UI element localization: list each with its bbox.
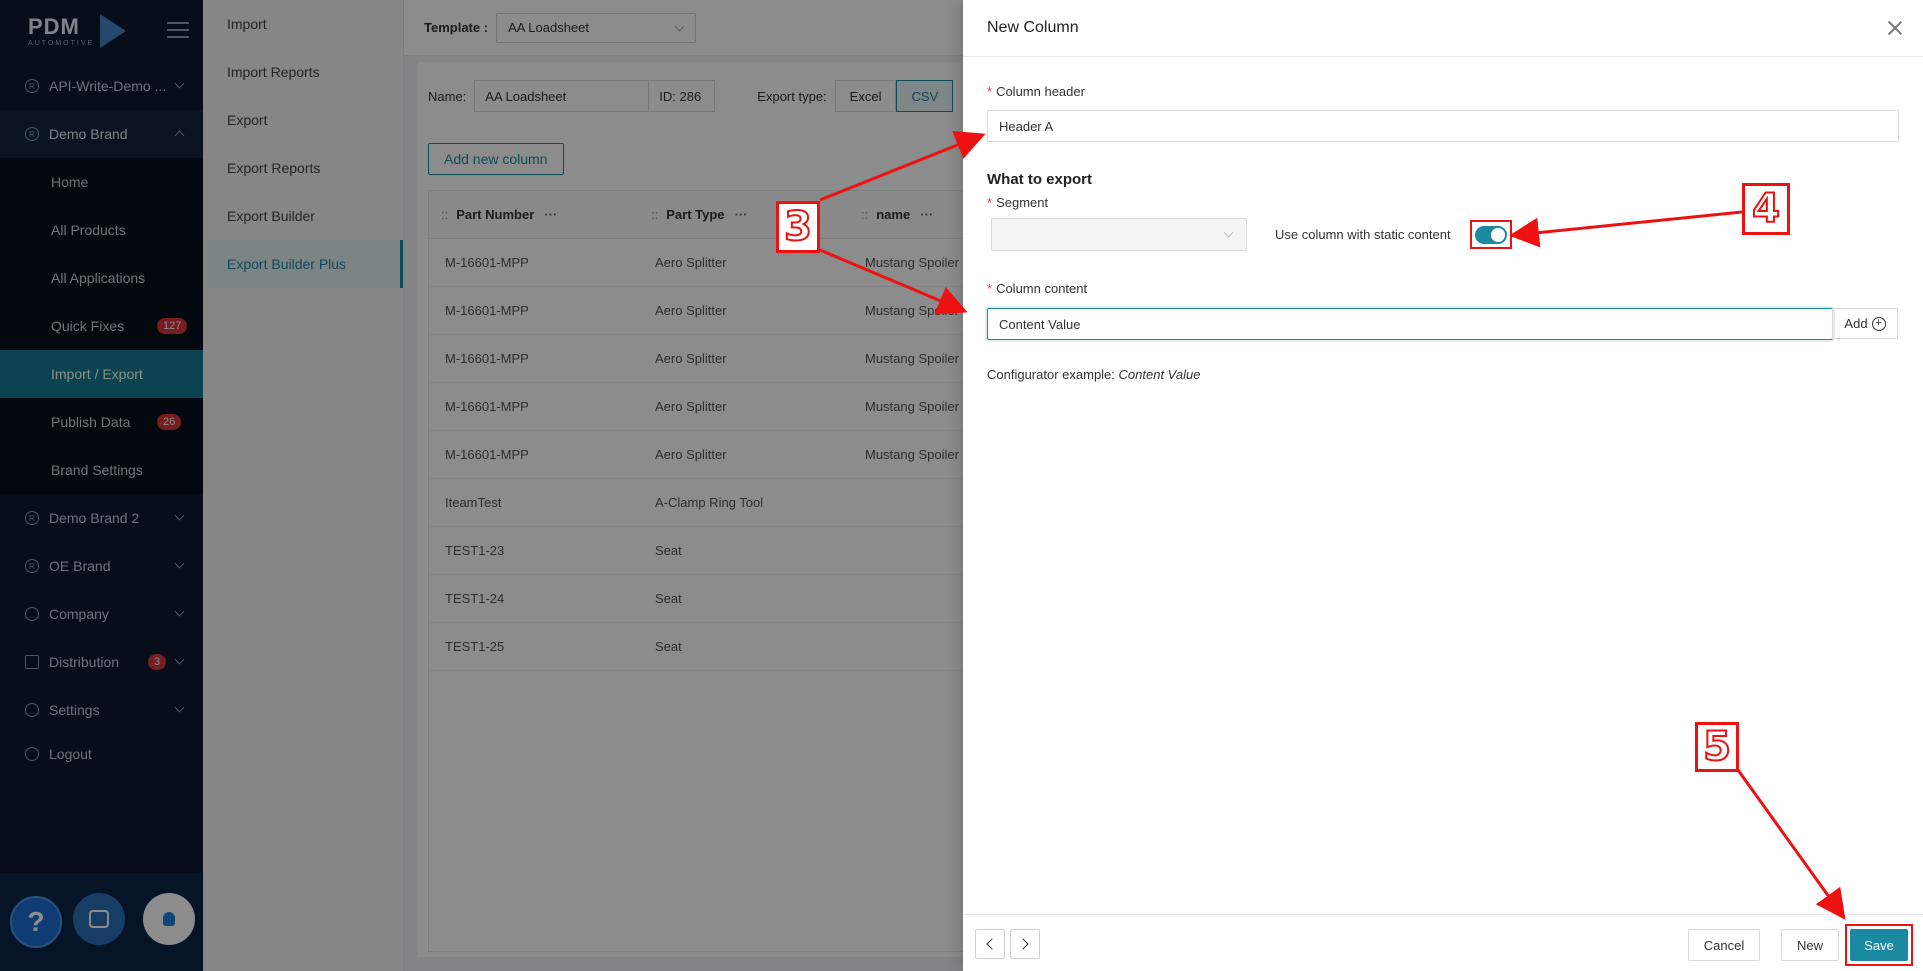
chevron-right-icon bbox=[1017, 938, 1029, 950]
close-icon[interactable] bbox=[1887, 20, 1903, 36]
step-3-marker: 3 bbox=[776, 201, 820, 253]
annotation-highlight-save bbox=[1845, 924, 1913, 966]
drawer-footer: Cancel New Save bbox=[963, 914, 1923, 971]
add-label: Add bbox=[1844, 316, 1868, 331]
segment-select[interactable] bbox=[991, 218, 1247, 251]
step-5-marker: 5 bbox=[1695, 722, 1739, 772]
drawer-title: New Column bbox=[987, 19, 1079, 36]
previous-button[interactable] bbox=[975, 929, 1005, 959]
chevron-down-icon bbox=[1223, 227, 1234, 238]
step-4-marker: 4 bbox=[1742, 183, 1790, 235]
label-text: Column content bbox=[996, 281, 1088, 296]
column-content-label: * Column content bbox=[987, 281, 1087, 296]
modal-mask[interactable] bbox=[0, 0, 963, 971]
required-marker: * bbox=[987, 195, 993, 210]
configurator-example: Configurator example: Content Value bbox=[987, 367, 1200, 382]
cancel-button[interactable]: Cancel bbox=[1688, 929, 1760, 961]
annotation-highlight-toggle bbox=[1470, 220, 1512, 249]
static-content-label: Use column with static content bbox=[1275, 227, 1451, 242]
new-column-drawer: New Column * Column header Header A What … bbox=[963, 0, 1923, 971]
label-text: Column header bbox=[996, 84, 1085, 99]
segment-label: * Segment bbox=[987, 195, 1048, 210]
next-button[interactable] bbox=[1010, 929, 1040, 959]
what-to-export-title: What to export bbox=[987, 171, 1092, 188]
column-content-input[interactable]: Content Value bbox=[987, 308, 1833, 340]
new-button[interactable]: New bbox=[1781, 929, 1839, 961]
drawer-header: New Column bbox=[963, 0, 1923, 57]
required-marker: * bbox=[987, 281, 993, 296]
column-header-input[interactable]: Header A bbox=[987, 110, 1899, 142]
add-token-button[interactable]: Add + bbox=[1832, 308, 1898, 339]
label-text: Segment bbox=[996, 195, 1049, 210]
example-value: Content Value bbox=[1118, 367, 1201, 382]
plus-circle-icon: + bbox=[1871, 316, 1886, 331]
column-header-label: * Column header bbox=[987, 84, 1085, 99]
chevron-left-icon bbox=[986, 938, 998, 950]
example-prefix: Configurator example: bbox=[987, 367, 1115, 382]
required-marker: * bbox=[987, 84, 993, 99]
